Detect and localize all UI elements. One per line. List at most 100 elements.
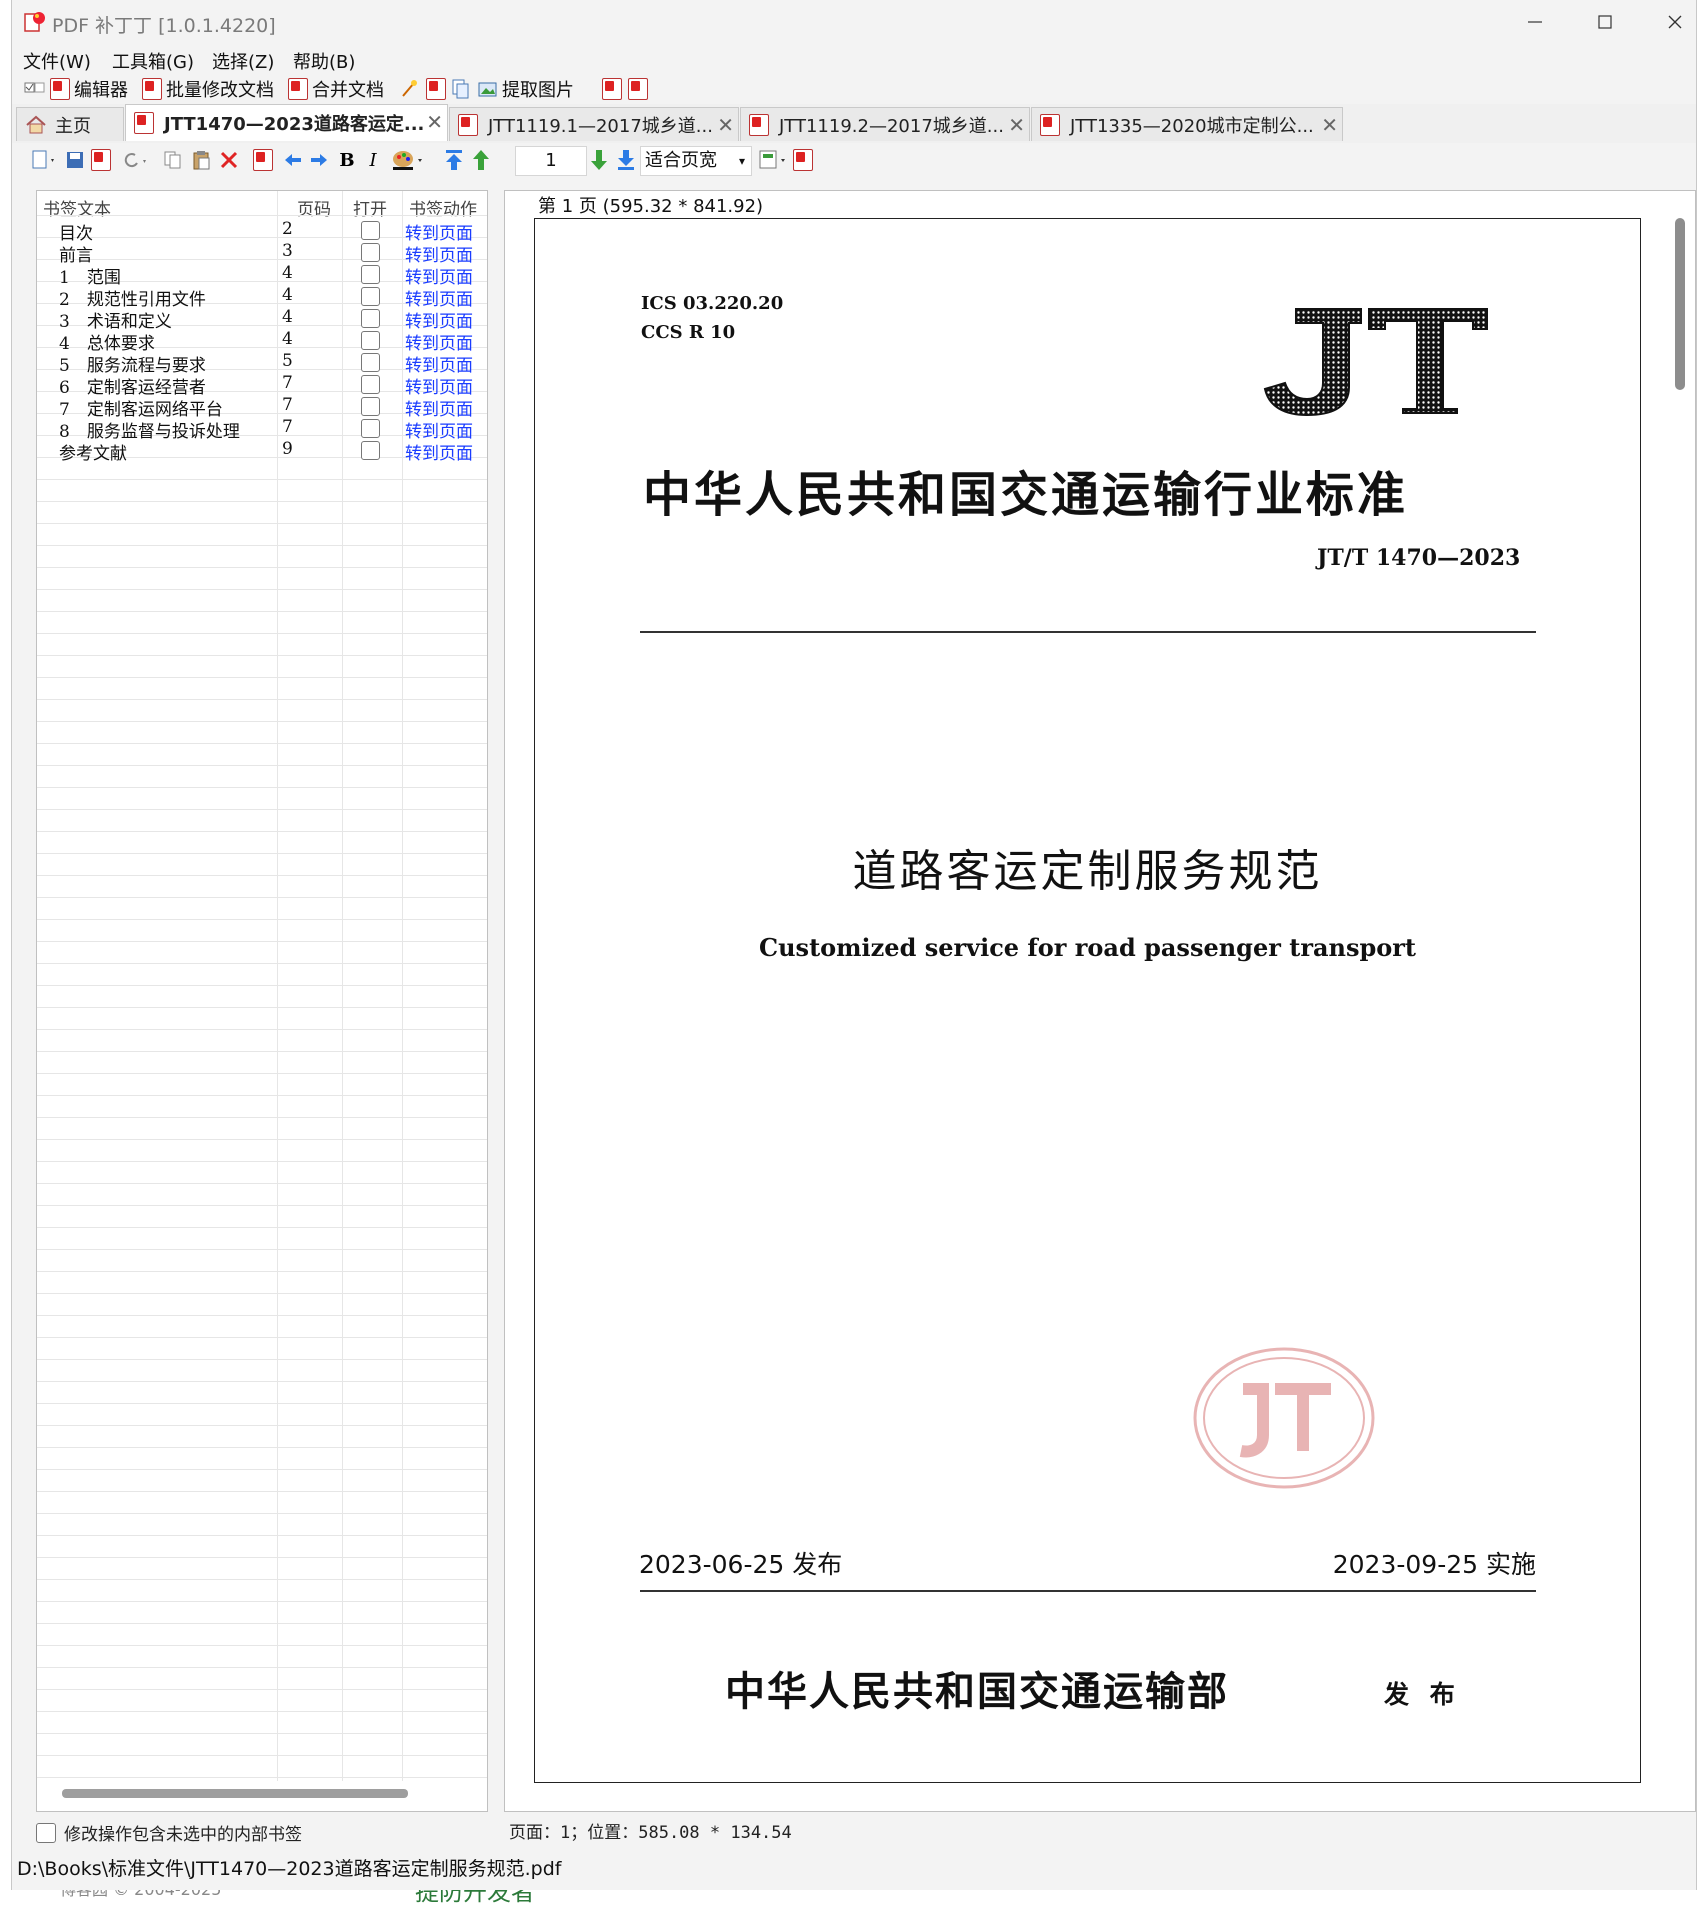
minimize-button[interactable] bbox=[1500, 0, 1570, 44]
grid-line bbox=[37, 1403, 487, 1404]
pdf-settings-button[interactable] bbox=[792, 146, 818, 174]
tab-document[interactable]: JTT1119.1—2017城乡道... ✕ bbox=[449, 107, 739, 141]
bookmark-page[interactable]: 4 bbox=[282, 263, 293, 283]
grid-line bbox=[37, 545, 487, 546]
bookmark-row[interactable]: 2 规范性引用文件 4 转到页面 bbox=[37, 285, 487, 310]
tab-document[interactable]: JTT1335—2020城市定制公... ✕ bbox=[1031, 107, 1343, 141]
move-right-button[interactable] bbox=[306, 146, 332, 174]
first-page-button[interactable] bbox=[440, 146, 468, 174]
bookmark-row[interactable]: 参考文献 9 转到页面 bbox=[37, 439, 487, 464]
italic-button[interactable]: I bbox=[360, 146, 386, 174]
bookmark-page[interactable]: 4 bbox=[282, 285, 293, 305]
zoom-select[interactable]: 适合页宽 ▾ bbox=[640, 146, 752, 176]
undo-button[interactable] bbox=[118, 146, 154, 174]
bookmark-row[interactable]: 8 服务监督与投诉处理 7 转到页面 bbox=[37, 417, 487, 442]
move-left-button[interactable] bbox=[280, 146, 306, 174]
bookmark-page[interactable]: 3 bbox=[282, 241, 293, 261]
bookmark-open-checkbox[interactable] bbox=[361, 309, 380, 328]
bookmark-page[interactable]: 7 bbox=[282, 373, 293, 393]
save-button[interactable] bbox=[62, 146, 88, 174]
menu-help[interactable]: 帮助(B) bbox=[293, 48, 355, 74]
header-action[interactable]: 书签动作 bbox=[409, 195, 477, 220]
save-as-button[interactable] bbox=[90, 146, 116, 174]
menu-toolbox[interactable]: 工具箱(G) bbox=[112, 48, 194, 74]
header-page[interactable]: 页码 bbox=[297, 195, 331, 220]
editor-button[interactable]: 编辑器 bbox=[50, 76, 128, 102]
bookmark-open-checkbox[interactable] bbox=[361, 265, 380, 284]
split-tool-button[interactable] bbox=[400, 76, 418, 102]
delete-button[interactable] bbox=[216, 146, 242, 174]
bookmark-open-checkbox[interactable] bbox=[361, 287, 380, 306]
pdf-tool-button[interactable] bbox=[628, 76, 652, 102]
include-unselected-checkbox[interactable]: 修改操作包含未选中的内部书签 bbox=[36, 1820, 302, 1845]
grid-line bbox=[37, 765, 487, 766]
new-doc-button[interactable] bbox=[26, 146, 60, 174]
bookmark-panel[interactable]: 书签文本 页码 打开 书签动作 目次 2 转到页面 前言 3 转到页面 1 范围 4 转到页面 2… bbox=[36, 190, 488, 1812]
bookmark-row[interactable]: 5 服务流程与要求 5 转到页面 bbox=[37, 351, 487, 376]
grid-line bbox=[37, 1381, 487, 1382]
bookmark-row[interactable]: 3 术语和定义 4 转到页面 bbox=[37, 307, 487, 332]
next-page-button[interactable] bbox=[586, 146, 612, 174]
maximize-button[interactable] bbox=[1570, 0, 1640, 44]
bookmark-row[interactable]: 4 总体要求 4 转到页面 bbox=[37, 329, 487, 354]
bookmark-open-checkbox[interactable] bbox=[361, 419, 380, 438]
bold-button[interactable]: B bbox=[334, 146, 360, 174]
pdf-text-icon bbox=[426, 78, 446, 100]
bookmark-row[interactable]: 目次 2 转到页面 bbox=[37, 219, 487, 244]
header-rule bbox=[640, 631, 1536, 633]
view-options-button[interactable] bbox=[756, 146, 790, 174]
bookmark-page[interactable]: 7 bbox=[282, 395, 293, 415]
prev-page-button[interactable] bbox=[468, 146, 494, 174]
bookmark-page[interactable]: 7 bbox=[282, 417, 293, 437]
insert-bookmark-button[interactable] bbox=[252, 146, 278, 174]
bookmark-text[interactable]: 参考文献 bbox=[59, 439, 127, 464]
tab-label: JTT1470—2023道路客运定... bbox=[164, 114, 425, 135]
bookmark-page[interactable]: 2 bbox=[282, 219, 293, 239]
bookmark-open-checkbox[interactable] bbox=[361, 221, 380, 240]
ocr-tool-button[interactable] bbox=[426, 76, 450, 102]
tab-document[interactable]: JTT1119.2—2017城乡道... ✕ bbox=[740, 107, 1030, 141]
bookmark-open-checkbox[interactable] bbox=[361, 397, 380, 416]
bookmark-action[interactable]: 转到页面 bbox=[405, 439, 473, 464]
menu-file[interactable]: 文件(W) bbox=[23, 48, 91, 74]
bookmark-row[interactable]: 7 定制客运网络平台 7 转到页面 bbox=[37, 395, 487, 420]
bookmark-page[interactable]: 9 bbox=[282, 439, 293, 459]
header-open[interactable]: 打开 bbox=[353, 195, 387, 220]
tab-close-icon[interactable]: ✕ bbox=[426, 110, 443, 134]
last-page-button[interactable] bbox=[612, 146, 640, 174]
bookmark-open-checkbox[interactable] bbox=[361, 331, 380, 350]
bookmark-row[interactable]: 6 定制客运经营者 7 转到页面 bbox=[37, 373, 487, 398]
page-number-input[interactable]: 1 bbox=[515, 146, 587, 176]
grid-line bbox=[37, 1095, 487, 1096]
bookmark-row[interactable]: 前言 3 转到页面 bbox=[37, 241, 487, 266]
tab-home[interactable]: 主页 bbox=[16, 107, 124, 141]
pdf-info-button[interactable] bbox=[602, 76, 626, 102]
bookmark-open-checkbox[interactable] bbox=[361, 441, 380, 460]
close-button[interactable] bbox=[1640, 0, 1708, 44]
header-bookmark-text[interactable]: 书签文本 bbox=[43, 195, 111, 220]
extract-images-button[interactable]: 提取图片 bbox=[478, 76, 574, 102]
bookmark-row[interactable]: 1 范围 4 转到页面 bbox=[37, 263, 487, 288]
bookmark-open-checkbox[interactable] bbox=[361, 375, 380, 394]
copy-button[interactable] bbox=[160, 146, 186, 174]
bookmark-page[interactable]: 4 bbox=[282, 329, 293, 349]
tab-close-icon[interactable]: ✕ bbox=[1008, 113, 1025, 137]
bookmark-open-checkbox[interactable] bbox=[361, 353, 380, 372]
checkbox-toggle-icon[interactable] bbox=[24, 76, 46, 102]
batch-modify-button[interactable]: 批量修改文档 bbox=[142, 76, 274, 102]
color-button[interactable] bbox=[388, 146, 428, 174]
bookmark-open-checkbox[interactable] bbox=[361, 243, 380, 262]
bookmark-horizontal-scrollbar[interactable] bbox=[62, 1789, 408, 1798]
tab-close-icon[interactable]: ✕ bbox=[1321, 113, 1338, 137]
merge-button[interactable]: 合并文档 bbox=[288, 76, 384, 102]
tab-document-active[interactable]: JTT1470—2023道路客运定... ✕ bbox=[125, 104, 448, 141]
tab-close-icon[interactable]: ✕ bbox=[717, 113, 734, 137]
grid-line bbox=[37, 501, 487, 502]
menu-select[interactable]: 选择(Z) bbox=[212, 48, 274, 74]
viewer-vertical-scrollbar[interactable] bbox=[1675, 218, 1685, 390]
paste-button[interactable] bbox=[188, 146, 214, 174]
bookmark-page[interactable]: 4 bbox=[282, 307, 293, 327]
grid-line bbox=[37, 919, 487, 920]
bookmark-page[interactable]: 5 bbox=[282, 351, 293, 371]
convert-tool-button[interactable] bbox=[452, 76, 470, 102]
